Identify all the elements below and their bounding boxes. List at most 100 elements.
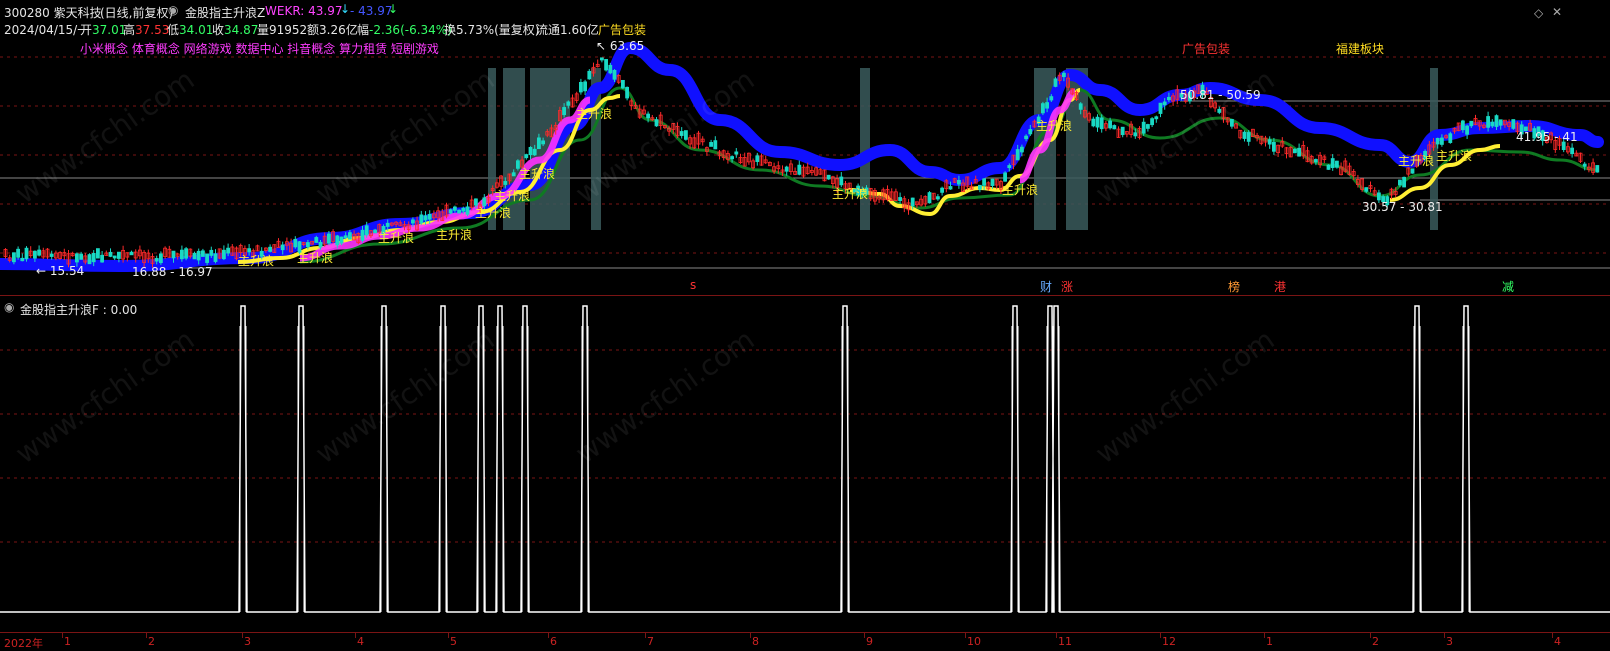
candlestick — [1167, 96, 1171, 101]
stock-code-name: 300280 紫天科技 — [4, 6, 102, 20]
candlestick — [209, 249, 214, 256]
candlestick — [280, 244, 285, 251]
candlestick — [49, 253, 54, 257]
candlestick — [1335, 160, 1339, 168]
event-marker[interactable]: 榜 — [1228, 278, 1240, 295]
candlestick — [192, 252, 197, 260]
candlestick — [1511, 119, 1516, 129]
candlestick — [20, 257, 25, 262]
candlestick — [1133, 132, 1138, 137]
blue-trend-band — [0, 41, 1604, 273]
main-chart-panel[interactable]: 300280 紫天科技 (日线,前复权) ◉ 金股指主升浪Z WEKR: 43.… — [0, 0, 1610, 296]
month-label: 11 — [1058, 635, 1072, 648]
candlestick — [612, 69, 617, 80]
candlestick — [990, 178, 995, 186]
diamond-icon[interactable]: ◇ — [1534, 6, 1543, 20]
candlestick — [1003, 172, 1007, 182]
candlestick — [784, 166, 789, 172]
event-marker[interactable]: 财 — [1040, 278, 1052, 295]
candlestick — [709, 142, 713, 147]
month-label: 9 — [866, 635, 873, 648]
candlestick — [1045, 102, 1049, 109]
event-marker[interactable]: 港 — [1274, 278, 1286, 295]
axis-tick — [645, 633, 646, 638]
candlestick — [1162, 101, 1167, 106]
candlestick — [566, 101, 571, 106]
candlestick — [318, 241, 323, 248]
candlestick — [1078, 103, 1083, 110]
candlestick — [948, 186, 953, 190]
sub-indicator-panel[interactable]: ◉ 金股指主升浪F : 0.00 — [0, 296, 1610, 632]
candlestick — [537, 137, 541, 150]
event-marker[interactable]: s — [690, 278, 696, 292]
wave-label: 主升浪 — [475, 206, 512, 220]
candlestick — [37, 249, 41, 256]
candlestick — [1099, 117, 1104, 130]
month-label: 12 — [1162, 635, 1176, 648]
event-marker[interactable]: 涨 — [1061, 278, 1073, 295]
sub-indicator-canvas[interactable] — [0, 296, 1610, 632]
candlestick — [79, 253, 83, 260]
sub-indicator-settings-icon[interactable]: ◉ — [4, 300, 14, 314]
sector-tag[interactable]: 广告包装 — [598, 21, 646, 38]
candlestick — [373, 229, 378, 234]
candlestick — [226, 247, 231, 254]
candlestick — [1440, 137, 1444, 145]
candlestick — [1494, 115, 1499, 127]
candlestick — [33, 250, 37, 259]
candlestick — [108, 251, 113, 257]
candlestick — [1041, 103, 1045, 114]
concept-tags[interactable]: 小米概念 体育概念 网络游戏 数据中心 抖音概念 算力租赁 短剧游戏 — [80, 40, 439, 57]
event-marker[interactable]: 减 — [1502, 278, 1514, 295]
candlestick — [982, 178, 986, 186]
candlestick — [1582, 163, 1587, 167]
candlestick — [314, 237, 319, 243]
candlestick — [734, 151, 739, 155]
right-pair-annotation: 41.95 - 41 — [1516, 130, 1578, 144]
month-label: 3 — [244, 635, 251, 648]
candlestick — [957, 179, 961, 185]
candlestick — [1297, 147, 1301, 157]
wave-label: 主升浪 — [1398, 154, 1435, 168]
candlestick — [448, 209, 453, 214]
month-label: 10 — [967, 635, 981, 648]
candlestick — [713, 140, 718, 150]
close-icon[interactable]: ✕ — [1552, 5, 1562, 19]
candlestick — [75, 253, 79, 263]
axis-tick — [242, 633, 243, 638]
candlestick — [604, 59, 608, 71]
candlestick — [293, 238, 298, 248]
low-pair-annotation: 16.88 - 16.97 — [132, 265, 213, 279]
candlestick — [826, 174, 831, 180]
volume-value: 量91952 — [257, 23, 308, 37]
candlestick — [112, 255, 117, 259]
month-label: 5 — [450, 635, 457, 648]
candlestick — [410, 219, 415, 224]
candlestick — [1007, 165, 1012, 169]
turnover-value: 换5.73%(量复权) — [444, 23, 540, 37]
candlestick — [129, 251, 134, 256]
indicator-settings-icon[interactable]: ◉ — [168, 3, 178, 17]
candlestick — [1314, 159, 1318, 163]
axis-tick — [1370, 633, 1371, 638]
axis-tick — [1444, 633, 1445, 638]
candlestick — [339, 236, 344, 244]
axis-tick — [448, 633, 449, 638]
candlestick — [1112, 125, 1117, 130]
candlestick — [196, 250, 201, 261]
candlestick — [1158, 102, 1163, 114]
time-axis[interactable]: 2022年 1 2 3 4 5 6 7 8 9 10 11 12 1 2 3 4 — [0, 632, 1610, 651]
axis-tick — [355, 633, 356, 638]
candlestick — [1570, 147, 1574, 155]
candlestick — [96, 248, 100, 259]
bar-date: 2024/04/15/一 — [4, 23, 90, 37]
candlestick — [684, 130, 688, 140]
mid-pair-annotation: 50.81 - 50.59 — [1180, 88, 1261, 102]
wave-label: 主升浪 — [436, 228, 473, 242]
high-price-annotation: ↖ 63.65 — [596, 39, 645, 53]
candlestick — [1015, 149, 1020, 161]
wave-label: 主升浪 — [494, 189, 531, 203]
wave-label: 主升浪 — [238, 254, 275, 268]
candlestick — [562, 107, 566, 116]
candlestick — [364, 225, 369, 236]
